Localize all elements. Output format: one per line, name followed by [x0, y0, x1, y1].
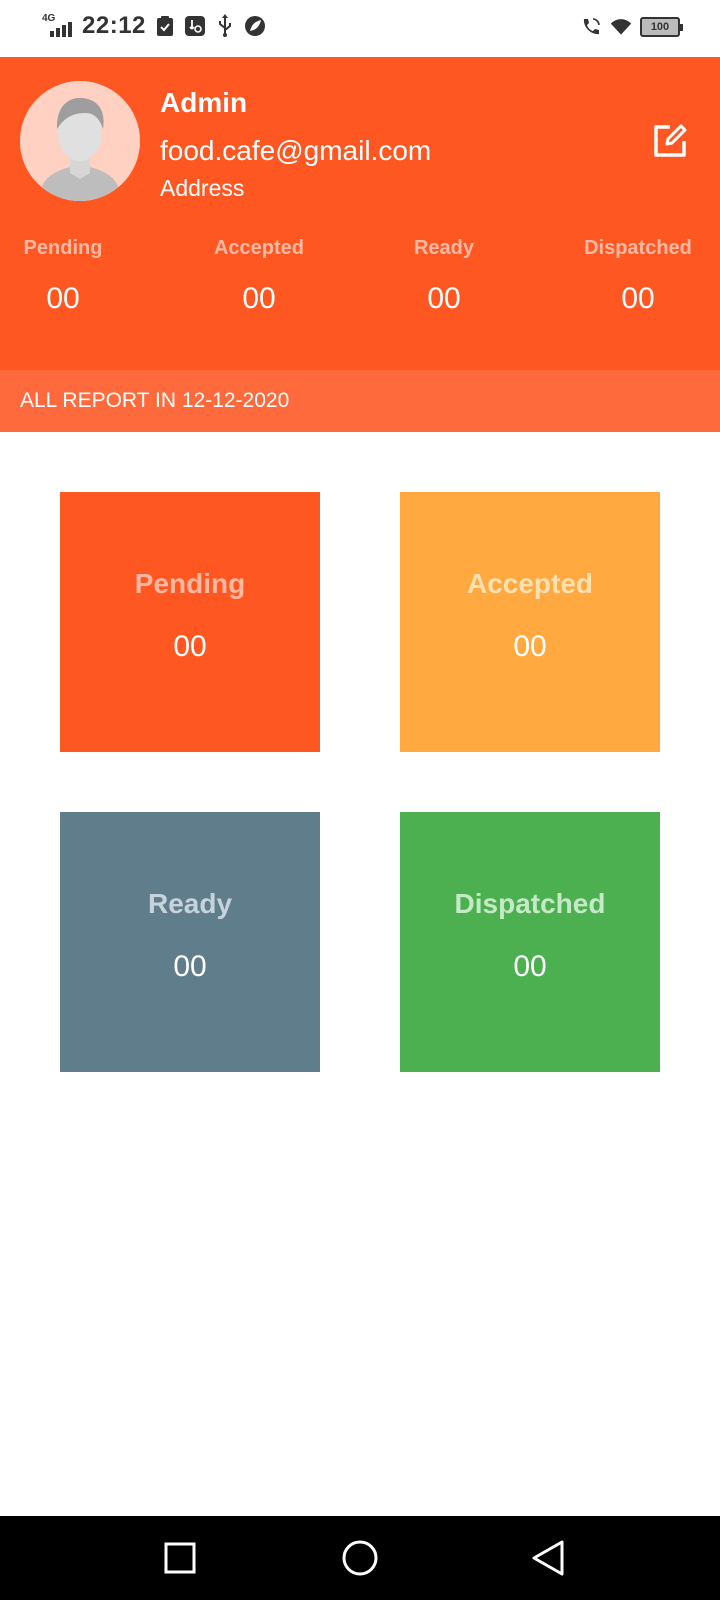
tile-label: Accepted	[466, 568, 594, 599]
stat-value: 00	[46, 282, 80, 315]
stat-value: 00	[621, 282, 655, 315]
stat-dispatched: Dispatched 00	[568, 237, 708, 316]
home-button[interactable]	[336, 1534, 384, 1582]
stat-value: 00	[242, 282, 276, 315]
stat-accepted: Accepted 00	[189, 237, 329, 316]
stat-ready: Ready 00	[374, 237, 514, 316]
tile-label: Ready	[147, 888, 233, 919]
status-bar-left: 4G 22:12	[42, 12, 266, 40]
ready-tile[interactable]: Ready 00	[60, 812, 320, 1072]
stat-label: Accepted	[213, 237, 305, 259]
dispatched-tile[interactable]: Dispatched 00	[400, 812, 660, 1072]
system-nav-bar	[0, 1516, 720, 1600]
stat-pending: Pending 00	[0, 237, 133, 316]
wifi-icon	[610, 16, 632, 38]
profile-name: Admin	[160, 87, 248, 118]
battery-icon: 100	[640, 17, 683, 37]
accepted-tile[interactable]: Accepted 00	[400, 492, 660, 752]
stat-label: Pending	[23, 237, 103, 259]
back-triangle-icon	[532, 1540, 564, 1576]
tile-value: 00	[173, 950, 207, 983]
recents-button[interactable]	[156, 1534, 204, 1582]
pending-tile[interactable]: Pending 00	[60, 492, 320, 752]
home-circle-icon	[342, 1540, 378, 1576]
signal-icon: 4G	[42, 13, 74, 39]
report-banner: ALL REPORT IN 12-12-2020	[0, 370, 720, 432]
edit-profile-button[interactable]	[648, 119, 692, 163]
avatar	[20, 81, 140, 201]
edit-icon	[654, 124, 687, 157]
battery-level: 100	[650, 21, 670, 33]
status-bar: 4G 22:12 100	[0, 0, 720, 57]
leaf-icon	[244, 15, 266, 37]
tile-value: 00	[513, 630, 547, 663]
profile-email: food.cafe@gmail.com	[160, 135, 432, 166]
tile-value: 00	[513, 950, 547, 983]
stat-value: 00	[427, 282, 461, 315]
status-time: 22:12	[82, 12, 146, 39]
clipboard-check-icon	[154, 15, 176, 37]
stat-label: Dispatched	[584, 237, 692, 259]
status-bar-right: 100	[580, 16, 683, 38]
usb-icon	[214, 14, 236, 37]
back-button[interactable]	[524, 1534, 572, 1582]
profile-address: Address	[160, 175, 245, 201]
usb-settings-icon	[184, 15, 206, 37]
person-icon	[20, 81, 140, 201]
profile-header: Admin food.cafe@gmail.com Address Pendin…	[0, 57, 720, 370]
tile-value: 00	[173, 630, 207, 663]
stat-label: Ready	[413, 237, 475, 259]
recents-square-icon	[164, 1542, 196, 1574]
tile-label: Pending	[134, 568, 246, 599]
wifi-calling-icon	[580, 16, 602, 38]
tile-label: Dispatched	[454, 888, 606, 919]
header-stats: Pending 00 Accepted 00 Ready 00 Dispatch…	[0, 237, 720, 337]
